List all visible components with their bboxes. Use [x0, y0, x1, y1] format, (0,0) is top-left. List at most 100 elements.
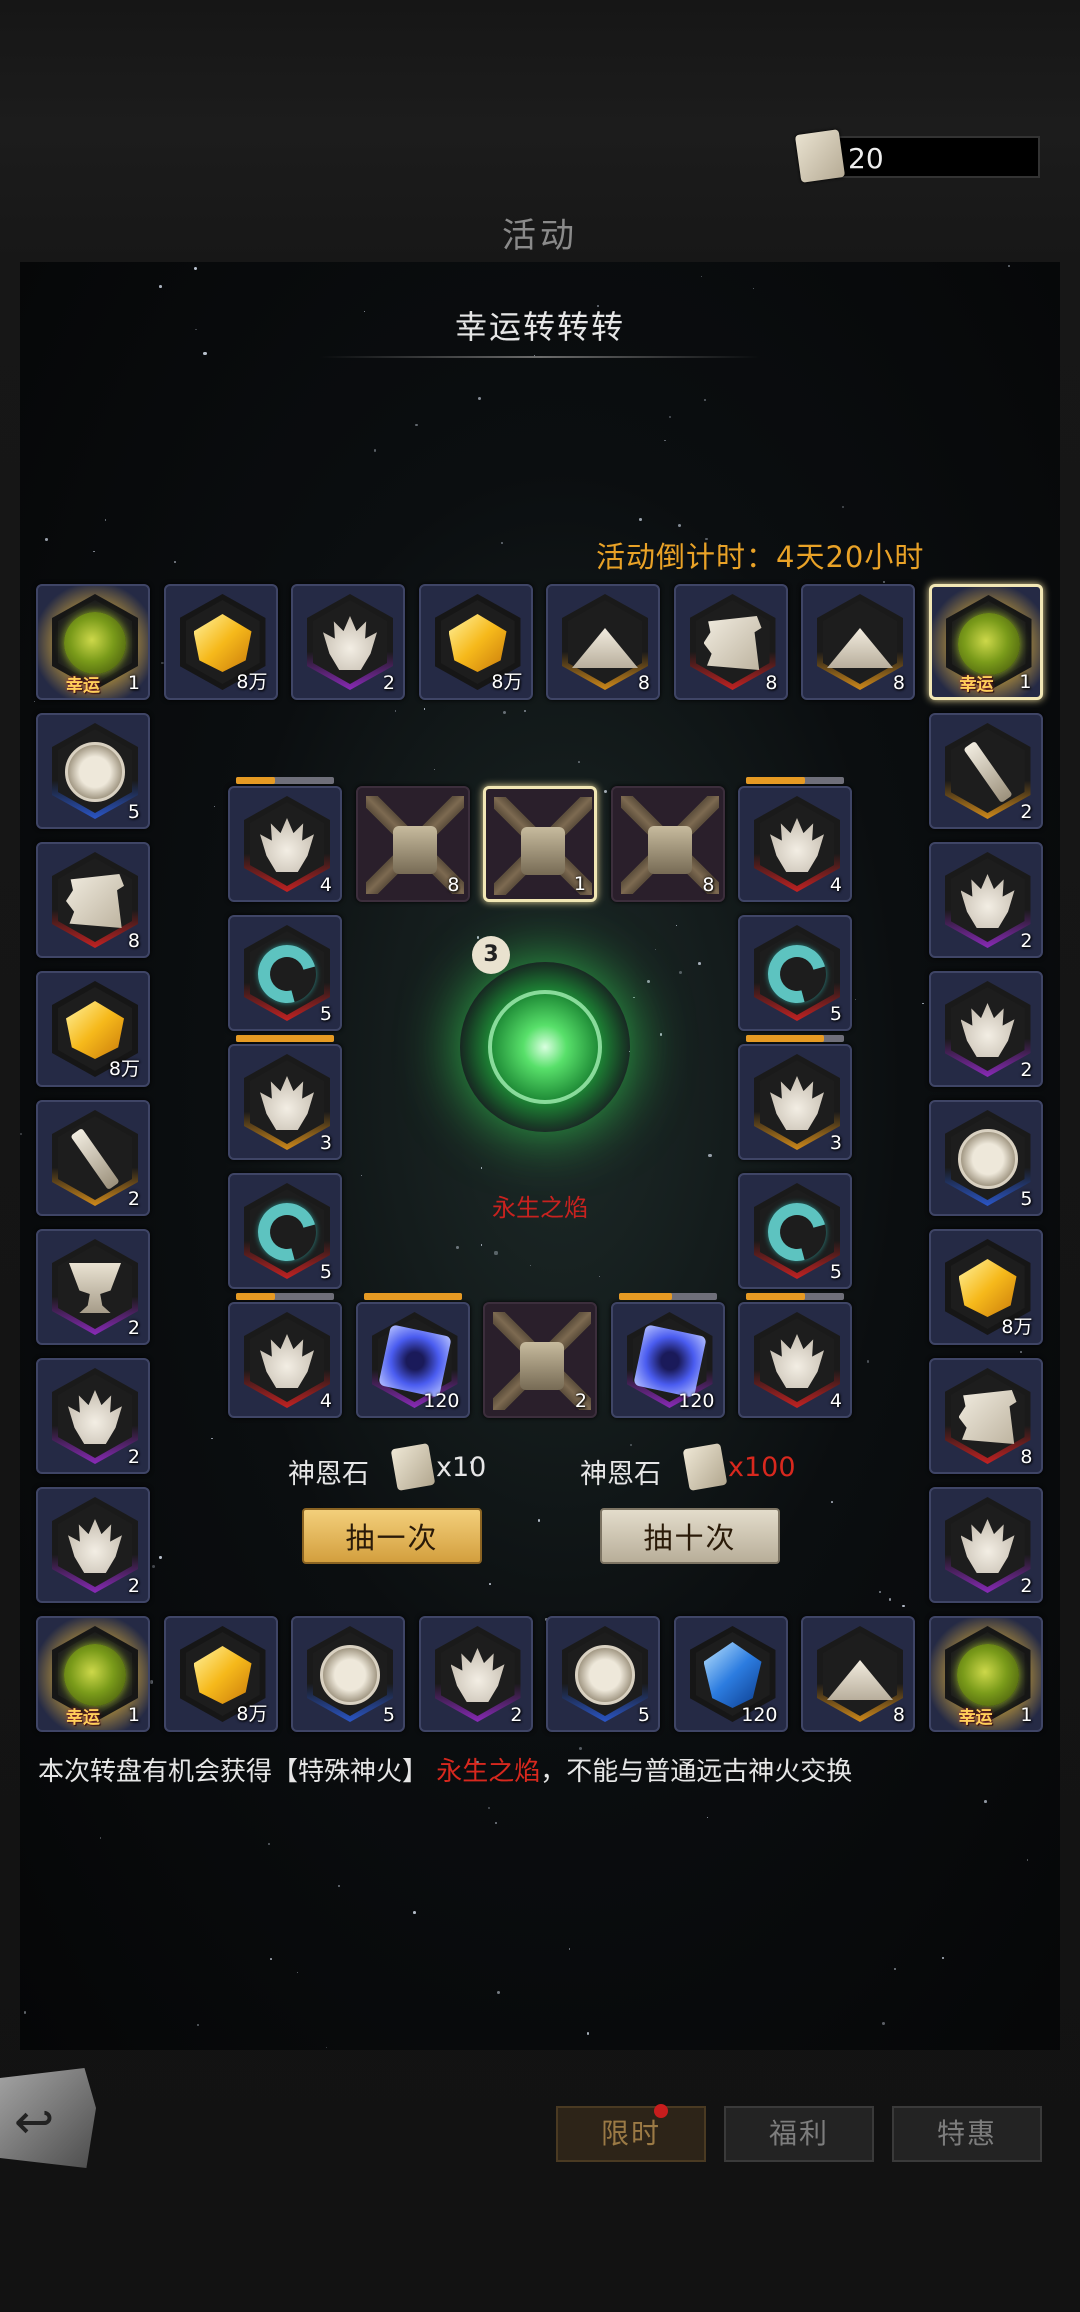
- reward-count: 2: [382, 672, 395, 694]
- reward-count: 2: [1020, 1059, 1033, 1081]
- progress-bar: [236, 1035, 334, 1042]
- tab-limited[interactable]: 限时: [556, 2104, 706, 2162]
- star-dot: [489, 1583, 492, 1585]
- star-dot: [603, 790, 607, 794]
- inner-reward-tile: 5: [738, 915, 852, 1031]
- star-dot: [337, 1884, 341, 1888]
- progress-bar: [746, 1293, 844, 1300]
- star-dot: [752, 288, 755, 290]
- star-dot: [659, 1033, 662, 1036]
- outer-reward-tile: 2: [928, 971, 1043, 1087]
- tab-deal[interactable]: 特惠: [892, 2106, 1042, 2162]
- cost-one-amount: x10: [436, 1452, 487, 1483]
- outer-reward-tile: 8万: [163, 584, 278, 700]
- reward-count: 1: [127, 672, 140, 694]
- star-dot: [197, 2024, 200, 2027]
- inner-reward-tile: 8: [610, 786, 725, 902]
- star-dot: [668, 416, 671, 419]
- medal-icon: [65, 742, 125, 802]
- draw-once-button[interactable]: 抽一次: [302, 1508, 482, 1564]
- star-dot: [213, 805, 215, 807]
- star-dot: [487, 1806, 490, 1809]
- outer-reward-tile: 8万: [418, 584, 533, 700]
- outer-reward-tile: 5: [928, 1100, 1043, 1216]
- star-dot: [501, 541, 504, 545]
- star-dot: [193, 267, 197, 271]
- divine-grace-stone-icon: [390, 1443, 436, 1491]
- sand-pile-icon: [827, 628, 893, 668]
- star-dot: [433, 769, 435, 771]
- featured-flame-name: 永生之焰: [492, 1194, 588, 1222]
- star-dot: [703, 398, 706, 402]
- star-dot: [494, 1251, 498, 1255]
- star-dot: [477, 396, 482, 401]
- star-dot: [270, 1958, 272, 1960]
- progress-bar: [236, 777, 334, 784]
- star-dot: [879, 1590, 882, 1594]
- gold-gem-icon: [193, 614, 252, 672]
- star-dot: [33, 700, 36, 702]
- outer-reward-tile: 2: [36, 1487, 150, 1603]
- flame-icon: [260, 818, 314, 872]
- draw-ten-button[interactable]: 抽十次: [600, 1508, 780, 1564]
- sand-pile-icon: [827, 1660, 893, 1700]
- star-dot: [664, 439, 666, 441]
- reward-count: 8万: [1001, 1316, 1033, 1338]
- outer-reward-tile: 2: [36, 1229, 150, 1345]
- reward-count: 5: [382, 1704, 395, 1726]
- countdown-text: 活动倒计时：4天20小时: [596, 540, 925, 574]
- flame-icon: [260, 1076, 314, 1130]
- star-dot: [881, 2022, 885, 2026]
- star-dot: [700, 275, 702, 277]
- inner-reward-tile: 120: [610, 1302, 725, 1418]
- reward-count: 2: [1020, 1575, 1033, 1597]
- progress-fill: [363, 1293, 462, 1300]
- reward-count: 5: [1020, 1188, 1033, 1210]
- cost-ten-label: 神恩石: [580, 1459, 661, 1490]
- reward-count: 3: [829, 1132, 842, 1154]
- outer-reward-tile: 幸运 1: [36, 1616, 150, 1732]
- star-dot: [159, 1556, 162, 1559]
- star-dot: [888, 1597, 892, 1601]
- lock-icon: [521, 827, 565, 875]
- star-dot: [93, 550, 95, 552]
- medal-icon: [575, 1645, 635, 1705]
- progress-fill: [236, 1293, 276, 1300]
- outer-reward-tile: 8: [546, 584, 660, 700]
- reward-count: 4: [829, 1390, 842, 1412]
- lucky-tag: 幸运: [959, 675, 994, 695]
- outer-reward-tile: 2: [928, 842, 1043, 958]
- reward-count: 4: [319, 1390, 332, 1412]
- star-dot: [706, 1816, 709, 1819]
- star-dot: [537, 1518, 541, 1522]
- scroll-icon: [66, 874, 124, 928]
- reward-count: 5: [829, 1003, 842, 1025]
- reward-count: 8: [702, 874, 715, 896]
- reward-count: 2: [127, 1188, 140, 1210]
- inner-reward-tile: 120: [355, 1302, 470, 1418]
- star-dot: [654, 949, 656, 951]
- lucky-tag: 幸运: [958, 1708, 993, 1728]
- outer-reward-tile: 2: [36, 1358, 150, 1474]
- reward-count: 8: [1020, 1446, 1033, 1468]
- outer-reward-tile: 2: [36, 1100, 150, 1216]
- reward-count: 5: [637, 1704, 650, 1726]
- star-dot: [104, 519, 107, 521]
- star-dot: [854, 998, 856, 1001]
- star-dot: [902, 1604, 905, 1608]
- outer-reward-tile: 5: [291, 1616, 405, 1732]
- star-dot: [647, 980, 650, 984]
- inner-reward-tile: 1: [483, 786, 597, 902]
- flame-icon: [770, 1076, 824, 1130]
- serpent-ring-icon: [757, 1192, 837, 1272]
- tab-welfare[interactable]: 福利: [724, 2106, 874, 2162]
- lucky-tag: 幸运: [66, 1708, 100, 1728]
- progress-bar: [236, 1293, 334, 1300]
- star-dot: [842, 506, 844, 508]
- star-dot: [598, 1276, 600, 1278]
- progress-bar: [363, 1293, 462, 1300]
- reward-count: 8万: [491, 671, 523, 693]
- outer-reward-tile: 8万: [36, 971, 150, 1087]
- event-description: 本次转盘有机会获得【特殊神火】 永生之焰，不能与普通远古神火交换: [38, 1752, 1038, 1792]
- star-dot: [23, 2011, 27, 2014]
